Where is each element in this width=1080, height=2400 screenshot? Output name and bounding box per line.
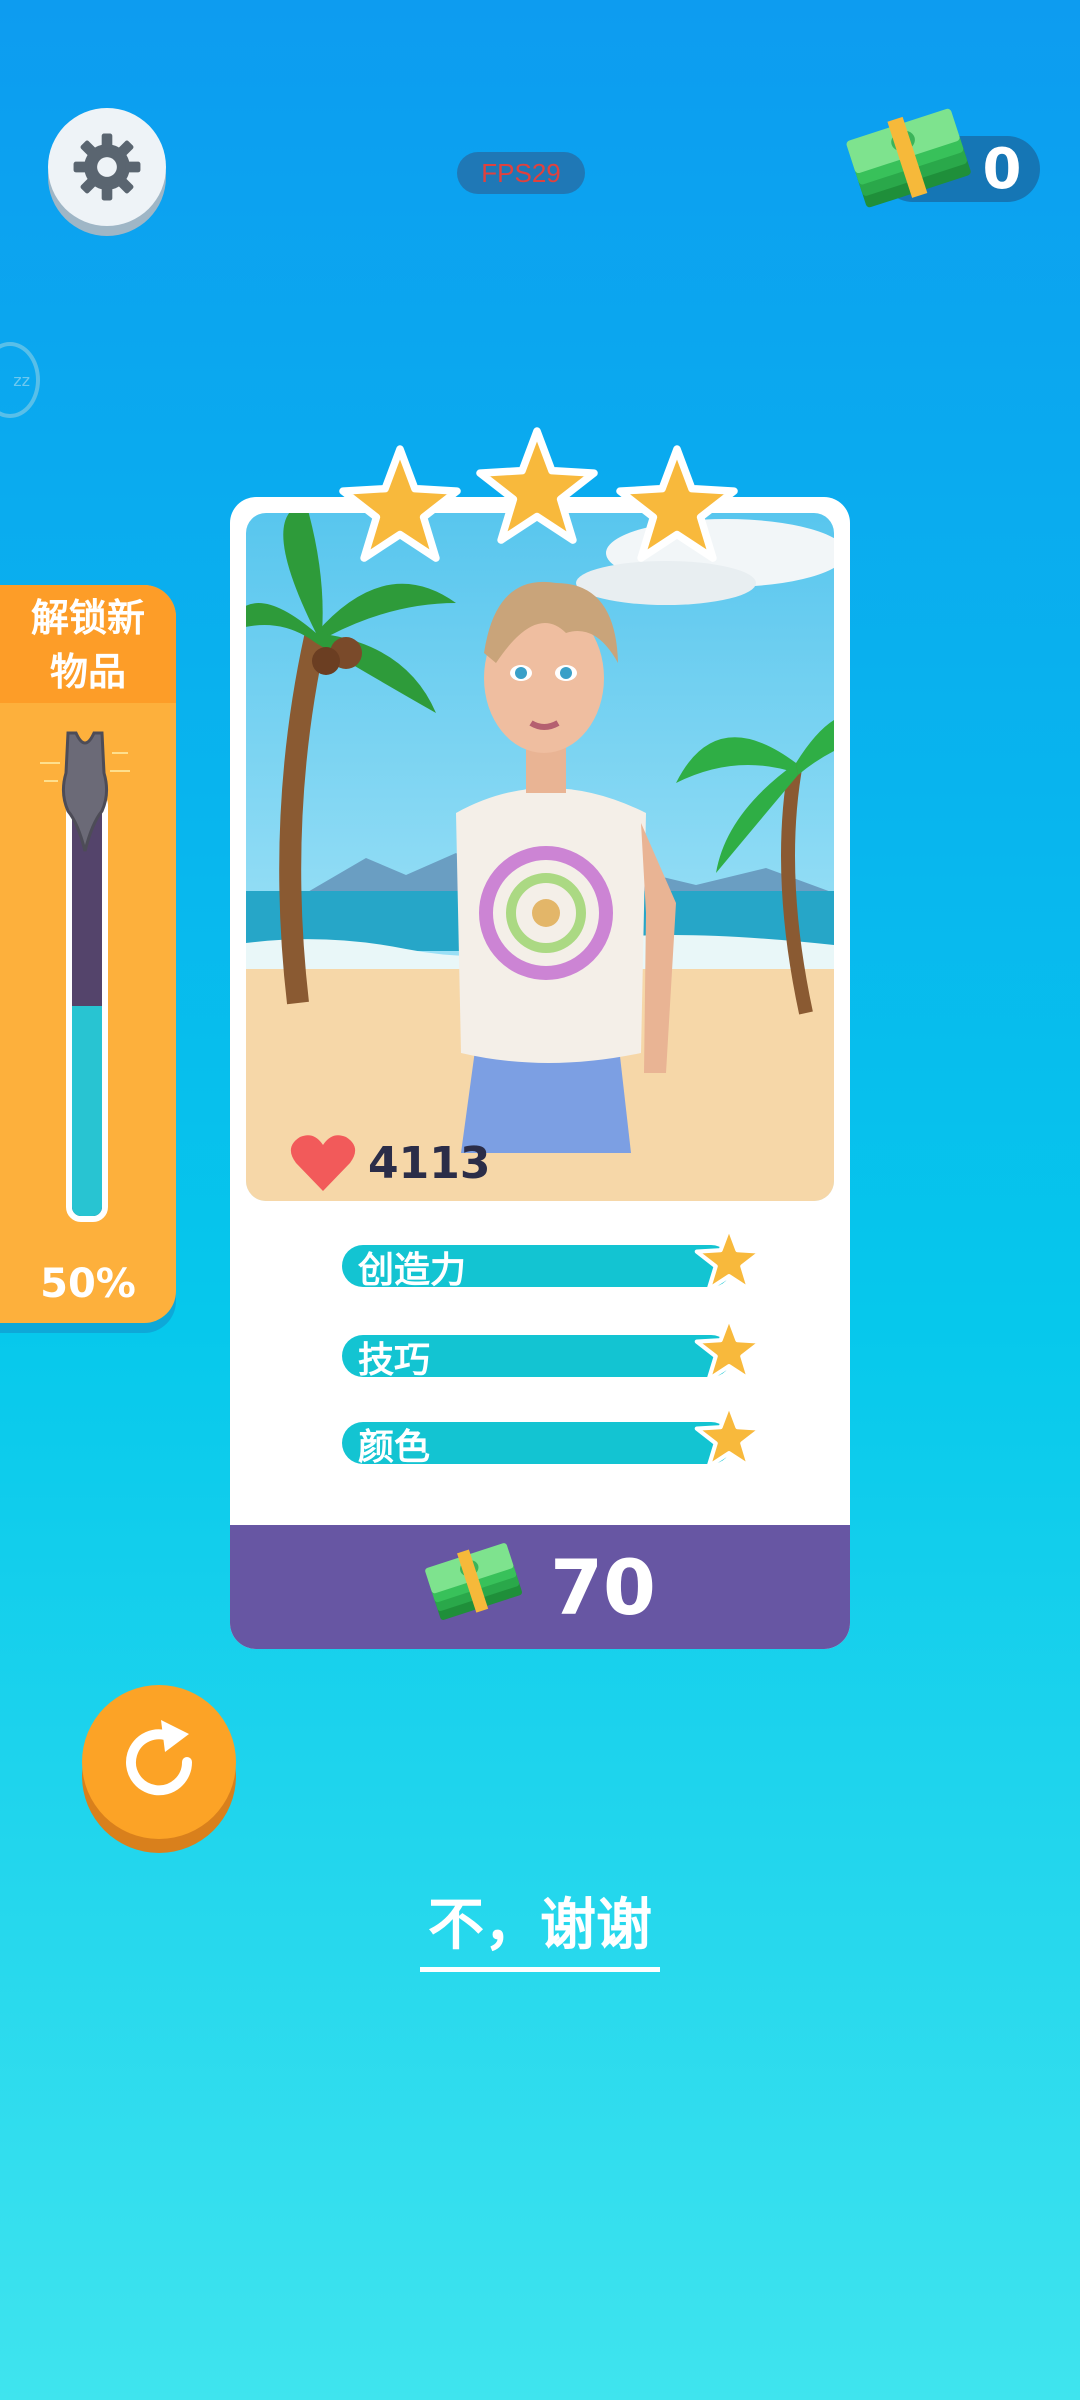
cash-stack-icon xyxy=(425,1543,523,1620)
settings-button[interactable] xyxy=(48,108,166,226)
likes-count: 4113 xyxy=(368,1137,491,1189)
reward-amount: 70 xyxy=(550,1542,656,1632)
unlock-progress-bar xyxy=(66,790,108,1222)
fps-counter: FPS29 xyxy=(457,152,585,194)
swimsuit-icon xyxy=(40,731,130,852)
gear-icon xyxy=(73,133,141,201)
star-icon xyxy=(694,1402,764,1469)
star-icon xyxy=(694,1315,764,1382)
stat-label: 颜色 xyxy=(358,1427,431,1468)
rating-star-1-icon xyxy=(339,445,461,562)
restart-button[interactable] xyxy=(82,1685,236,1839)
stat-label: 创造力 xyxy=(358,1250,467,1291)
cash-amount: 0 xyxy=(982,136,1022,202)
stat-row-skill: 技巧 xyxy=(342,1315,764,1382)
outfit-result-card: 4113 创造力 技巧 颜色 70 xyxy=(230,497,850,1649)
stat-label: 技巧 xyxy=(358,1340,431,1381)
likes-counter: 4113 xyxy=(290,1133,490,1193)
stat-row-color: 颜色 xyxy=(342,1402,764,1469)
sleep-icon[interactable]: zz xyxy=(0,342,40,418)
unlock-panel: 解锁新 物品 50% xyxy=(0,585,176,1323)
no-thanks-link[interactable]: 不，谢谢 xyxy=(420,1880,660,1972)
stat-row-creativity: 创造力 xyxy=(342,1225,764,1292)
heart-icon xyxy=(290,1135,356,1191)
rating-star-2-icon xyxy=(476,427,598,544)
unlock-title: 解锁新 物品 xyxy=(30,596,145,694)
reward-bar: 70 xyxy=(230,1525,850,1649)
beach-scene-image: 4113 xyxy=(246,513,834,1201)
rating-star-3-icon xyxy=(616,445,738,562)
cash-stack-icon xyxy=(846,108,971,208)
unlock-percent: 50% xyxy=(40,1261,136,1307)
star-icon xyxy=(694,1225,764,1292)
refresh-icon xyxy=(126,1720,193,1796)
unlock-progress-fill xyxy=(72,1006,102,1216)
